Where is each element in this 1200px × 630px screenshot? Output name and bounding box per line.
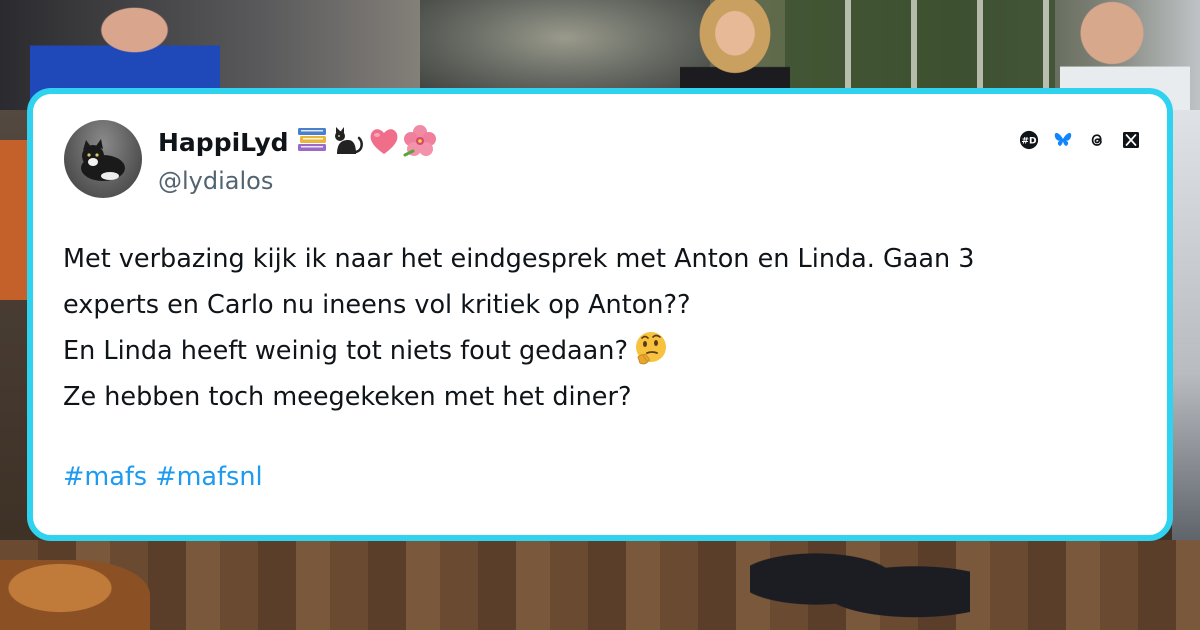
background-shirt [1172, 110, 1200, 550]
black-cat-emoji [331, 124, 365, 158]
cat-photo-icon [81, 139, 125, 181]
bluesky-icon[interactable] [1053, 130, 1073, 150]
user-handle[interactable]: @lydialos [158, 167, 273, 195]
name-emojis [295, 124, 437, 158]
background-window [785, 0, 1055, 95]
thinking-face-emoji [632, 329, 670, 367]
svg-text:#D: #D [1021, 137, 1037, 147]
tweet-line-text: En Linda heeft weinig tot niets fout ged… [63, 336, 628, 366]
hashtag-link[interactable]: #mafs [63, 462, 147, 492]
books-emoji [295, 124, 329, 158]
avatar[interactable] [64, 120, 142, 198]
tweet-line: experts en Carlo nu ineens vol kritiek o… [63, 290, 691, 320]
tweet-line: En Linda heeft weinig tot niets fout ged… [63, 328, 1153, 374]
background-person-middle [680, 0, 790, 95]
background-shoes [750, 545, 970, 630]
x-icon[interactable] [1121, 130, 1141, 150]
background-painting [420, 0, 710, 95]
background-chair [0, 140, 30, 300]
background-person-left [30, 0, 220, 100]
tweet-line: Met verbazing kijk ik naar het eindgespr… [63, 244, 975, 274]
display-name[interactable]: HappiLyd [158, 128, 289, 157]
tweet-card: HappiLyd @lydialos #D Met verbazing kijk… [27, 88, 1173, 541]
dlvr-icon[interactable]: #D [1019, 130, 1039, 150]
hashtags: #mafs #mafsnl [63, 462, 263, 492]
platform-icons: #D [1019, 130, 1141, 150]
pink-heart-emoji [367, 124, 401, 158]
threads-icon[interactable] [1087, 130, 1107, 150]
tweet-text: Met verbazing kijk ik naar het eindgespr… [63, 236, 1153, 420]
hashtag-link[interactable]: #mafsnl [155, 462, 262, 492]
hibiscus-emoji [403, 124, 437, 158]
background-floor [0, 540, 1200, 630]
background-table [0, 560, 150, 630]
tweet-line: Ze hebben toch meegekeken met het diner? [63, 382, 632, 412]
